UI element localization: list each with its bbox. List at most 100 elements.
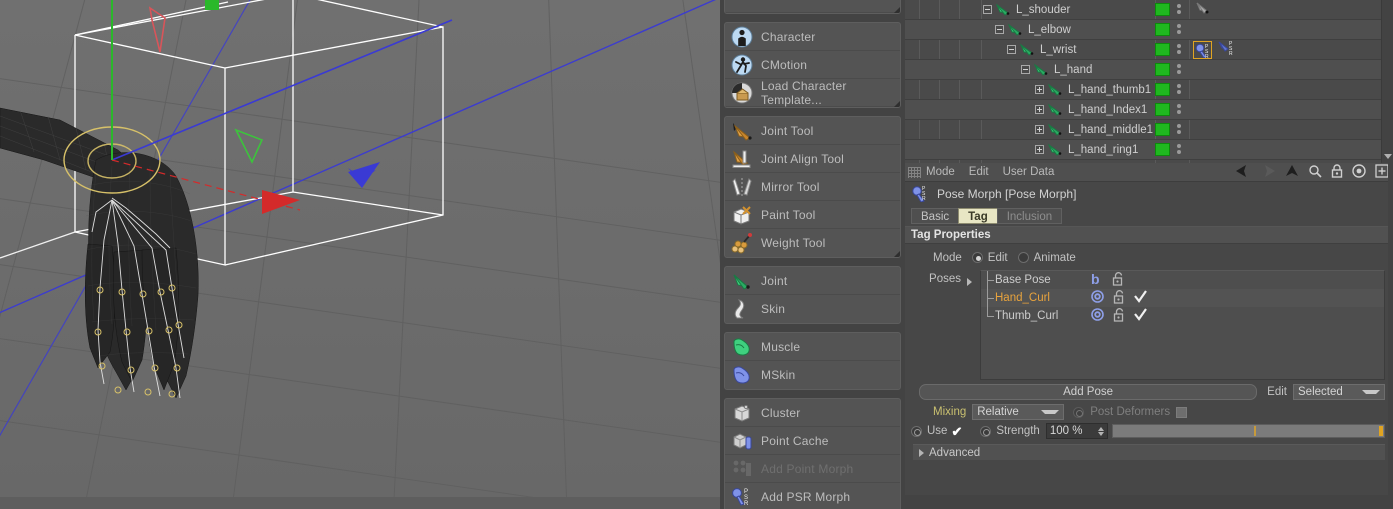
object-row-label-wrap[interactable]: L_shouder [983, 0, 1070, 20]
attribute-tabs[interactable]: Basic Tag Inclusion [905, 206, 1393, 226]
visibility-dot[interactable] [1155, 43, 1170, 56]
list-item[interactable]: Thumb_Curl [981, 307, 1384, 325]
radio-strength[interactable] [980, 425, 992, 437]
slider-handle[interactable] [1379, 426, 1383, 436]
poses-section[interactable]: Poses Base Pose b Hand_Curl Thumb_Curl [905, 270, 1393, 380]
menu-edit[interactable]: Edit [969, 166, 989, 178]
joint-align-tag-icon[interactable] [1195, 1, 1211, 19]
object-tree[interactable]: L_shouder L_elbow L_wrist P S R P S R L_… [905, 0, 1393, 160]
character-tools-palette[interactable]: Character CMotion Load Character Templat… [720, 0, 905, 509]
object-row-label-wrap[interactable]: L_elbow [995, 20, 1071, 40]
tool-item-weight-tool[interactable]: Weight Tool [725, 229, 900, 257]
collapse-expander-icon[interactable] [995, 25, 1004, 34]
mode-row[interactable]: Mode Edit Animate [905, 248, 1393, 267]
unlock-icon[interactable] [1113, 289, 1125, 307]
new-panel-icon[interactable] [1375, 164, 1389, 181]
strength-slider[interactable] [1111, 424, 1385, 438]
pose-enabled-checkmark-icon[interactable] [1134, 290, 1147, 306]
use-strength-row[interactable]: Use ✔ Strength 100 % [905, 420, 1393, 439]
psr-morph-tag-icon[interactable]: PSR [1217, 40, 1239, 59]
tab-basic[interactable]: Basic [911, 208, 960, 224]
tool-item-joint[interactable]: Joint [725, 267, 900, 295]
tool-item-joint-align-tool[interactable]: Joint Align Tool [725, 145, 900, 173]
unlock-icon[interactable] [1113, 307, 1125, 325]
object-row-label-wrap[interactable]: L_hand_middle1 [1035, 120, 1153, 140]
use-checkmark-icon[interactable]: ✔ [951, 425, 962, 438]
edit-mode-dropdown[interactable]: Selected [1293, 384, 1385, 400]
pose-row-icons[interactable] [1091, 307, 1147, 325]
expand-expander-icon[interactable] [1035, 85, 1044, 94]
attribute-manager[interactable]: Mode Edit User Data PSR Pose Morph [Pose… [905, 163, 1393, 509]
tab-tag[interactable]: Tag [958, 208, 998, 224]
tool-item-mirror-tool[interactable]: Mirror Tool [725, 173, 900, 201]
tool-item-point-cache[interactable]: Point Cache [725, 427, 900, 455]
object-manager[interactable]: L_shouder L_elbow L_wrist P S R P S R L_… [905, 0, 1393, 163]
object-row-label-wrap[interactable]: L_hand_Index1 [1035, 100, 1147, 120]
tool-item-muscle[interactable]: Muscle [725, 333, 900, 361]
pose-target-icon[interactable] [1091, 308, 1104, 324]
tool-group-muscle[interactable]: Muscle MSkin [724, 332, 901, 390]
expand-expander-icon[interactable] [1035, 145, 1044, 154]
tool-group-partial-top[interactable] [724, 0, 901, 14]
object-row-label-wrap[interactable]: L_hand_ring1 [1035, 140, 1138, 160]
radio-use[interactable] [911, 425, 922, 437]
tool-item-joint-tool[interactable]: Joint Tool [725, 117, 900, 257]
pose-enabled-checkmark-icon[interactable] [1134, 308, 1147, 324]
search-icon[interactable] [1308, 164, 1322, 181]
pose-name[interactable]: Thumb_Curl [995, 310, 1087, 322]
strength-input[interactable]: 100 % [1045, 423, 1108, 439]
object-manager-scrollbar[interactable] [1381, 0, 1393, 163]
menu-user-data[interactable]: User Data [1003, 166, 1055, 178]
attribute-manager-toolbar[interactable] [1235, 163, 1389, 182]
pose-target-icon[interactable] [1091, 290, 1104, 306]
perspective-viewport[interactable] [0, 0, 720, 509]
pose-morph-tag-icon-selected[interactable]: PSR [1193, 40, 1212, 60]
forward-arrow-icon[interactable] [1260, 165, 1276, 180]
object-row-label-wrap[interactable]: L_hand_thumb1 [1035, 80, 1151, 100]
poses-expand-arrow-icon[interactable] [967, 278, 972, 286]
tool-item-paint-tool[interactable]: Paint Tool [725, 201, 900, 229]
table-row[interactable]: L_elbow [905, 20, 1393, 40]
attribute-manager-menubar[interactable]: Mode Edit User Data [905, 163, 1393, 182]
poses-list[interactable]: Base Pose b Hand_Curl Thumb_Curl [980, 270, 1385, 380]
radio-mode-edit[interactable] [971, 252, 983, 263]
table-row[interactable]: L_wrist PSR PSR [905, 40, 1393, 60]
tool-item-cluster[interactable]: Cluster [725, 399, 900, 427]
back-arrow-icon[interactable] [1235, 165, 1251, 180]
expand-expander-icon[interactable] [1035, 125, 1044, 134]
mixing-dropdown[interactable]: Relative [972, 404, 1065, 420]
tab-inclusion[interactable]: Inclusion [996, 208, 1063, 224]
tool-group-cluster-morph[interactable]: Cluster Point Cache Add Point Morph P S … [724, 398, 901, 509]
tool-item-add-psr-morph[interactable]: P S R Add PSR Morph [725, 483, 900, 509]
visibility-dot[interactable] [1155, 63, 1170, 76]
table-row[interactable]: L_hand_Index1 [905, 100, 1393, 120]
add-pose-row[interactable]: Add Pose Edit Selected [905, 380, 1393, 400]
unlock-icon[interactable] [1112, 271, 1124, 289]
visibility-dot[interactable] [1155, 143, 1170, 156]
post-deformers-checkbox[interactable] [1176, 406, 1188, 418]
scroll-down-arrow-icon[interactable] [1384, 154, 1392, 159]
list-item[interactable]: Hand_Curl [981, 289, 1384, 307]
tool-group-joint-tools[interactable]: Joint Tool Joint Align Tool Mirror Tool … [724, 116, 901, 258]
tool-group-joint-skin[interactable]: Joint Skin [724, 266, 901, 324]
pose-name[interactable]: Hand_Curl [995, 292, 1087, 304]
spinner-icon[interactable] [1097, 426, 1104, 436]
target-icon[interactable] [1352, 164, 1366, 181]
advanced-section-toggle[interactable]: Advanced [913, 444, 1385, 460]
radio-post-deformers[interactable] [1073, 406, 1085, 418]
tool-item-skin[interactable]: Skin [725, 295, 900, 323]
tool-item-partial[interactable] [725, 0, 900, 13]
collapse-expander-icon[interactable] [1021, 65, 1030, 74]
visibility-dot[interactable] [1155, 3, 1170, 16]
menu-mode[interactable]: Mode [926, 166, 955, 178]
object-tags[interactable] [1195, 0, 1211, 20]
up-arrow-icon[interactable] [1285, 165, 1299, 180]
tool-item-cmotion[interactable]: CMotion [725, 51, 900, 79]
table-row[interactable]: L_hand_middle1 [905, 120, 1393, 140]
object-row-label-wrap[interactable]: L_wrist [1007, 40, 1076, 60]
table-row[interactable]: L_hand_ring1 [905, 140, 1393, 160]
visibility-dot[interactable] [1155, 83, 1170, 96]
panel-grip-icon[interactable] [908, 166, 921, 178]
collapse-expander-icon[interactable] [1007, 45, 1016, 54]
tool-item-add-point-morph[interactable]: Add Point Morph [725, 455, 900, 483]
